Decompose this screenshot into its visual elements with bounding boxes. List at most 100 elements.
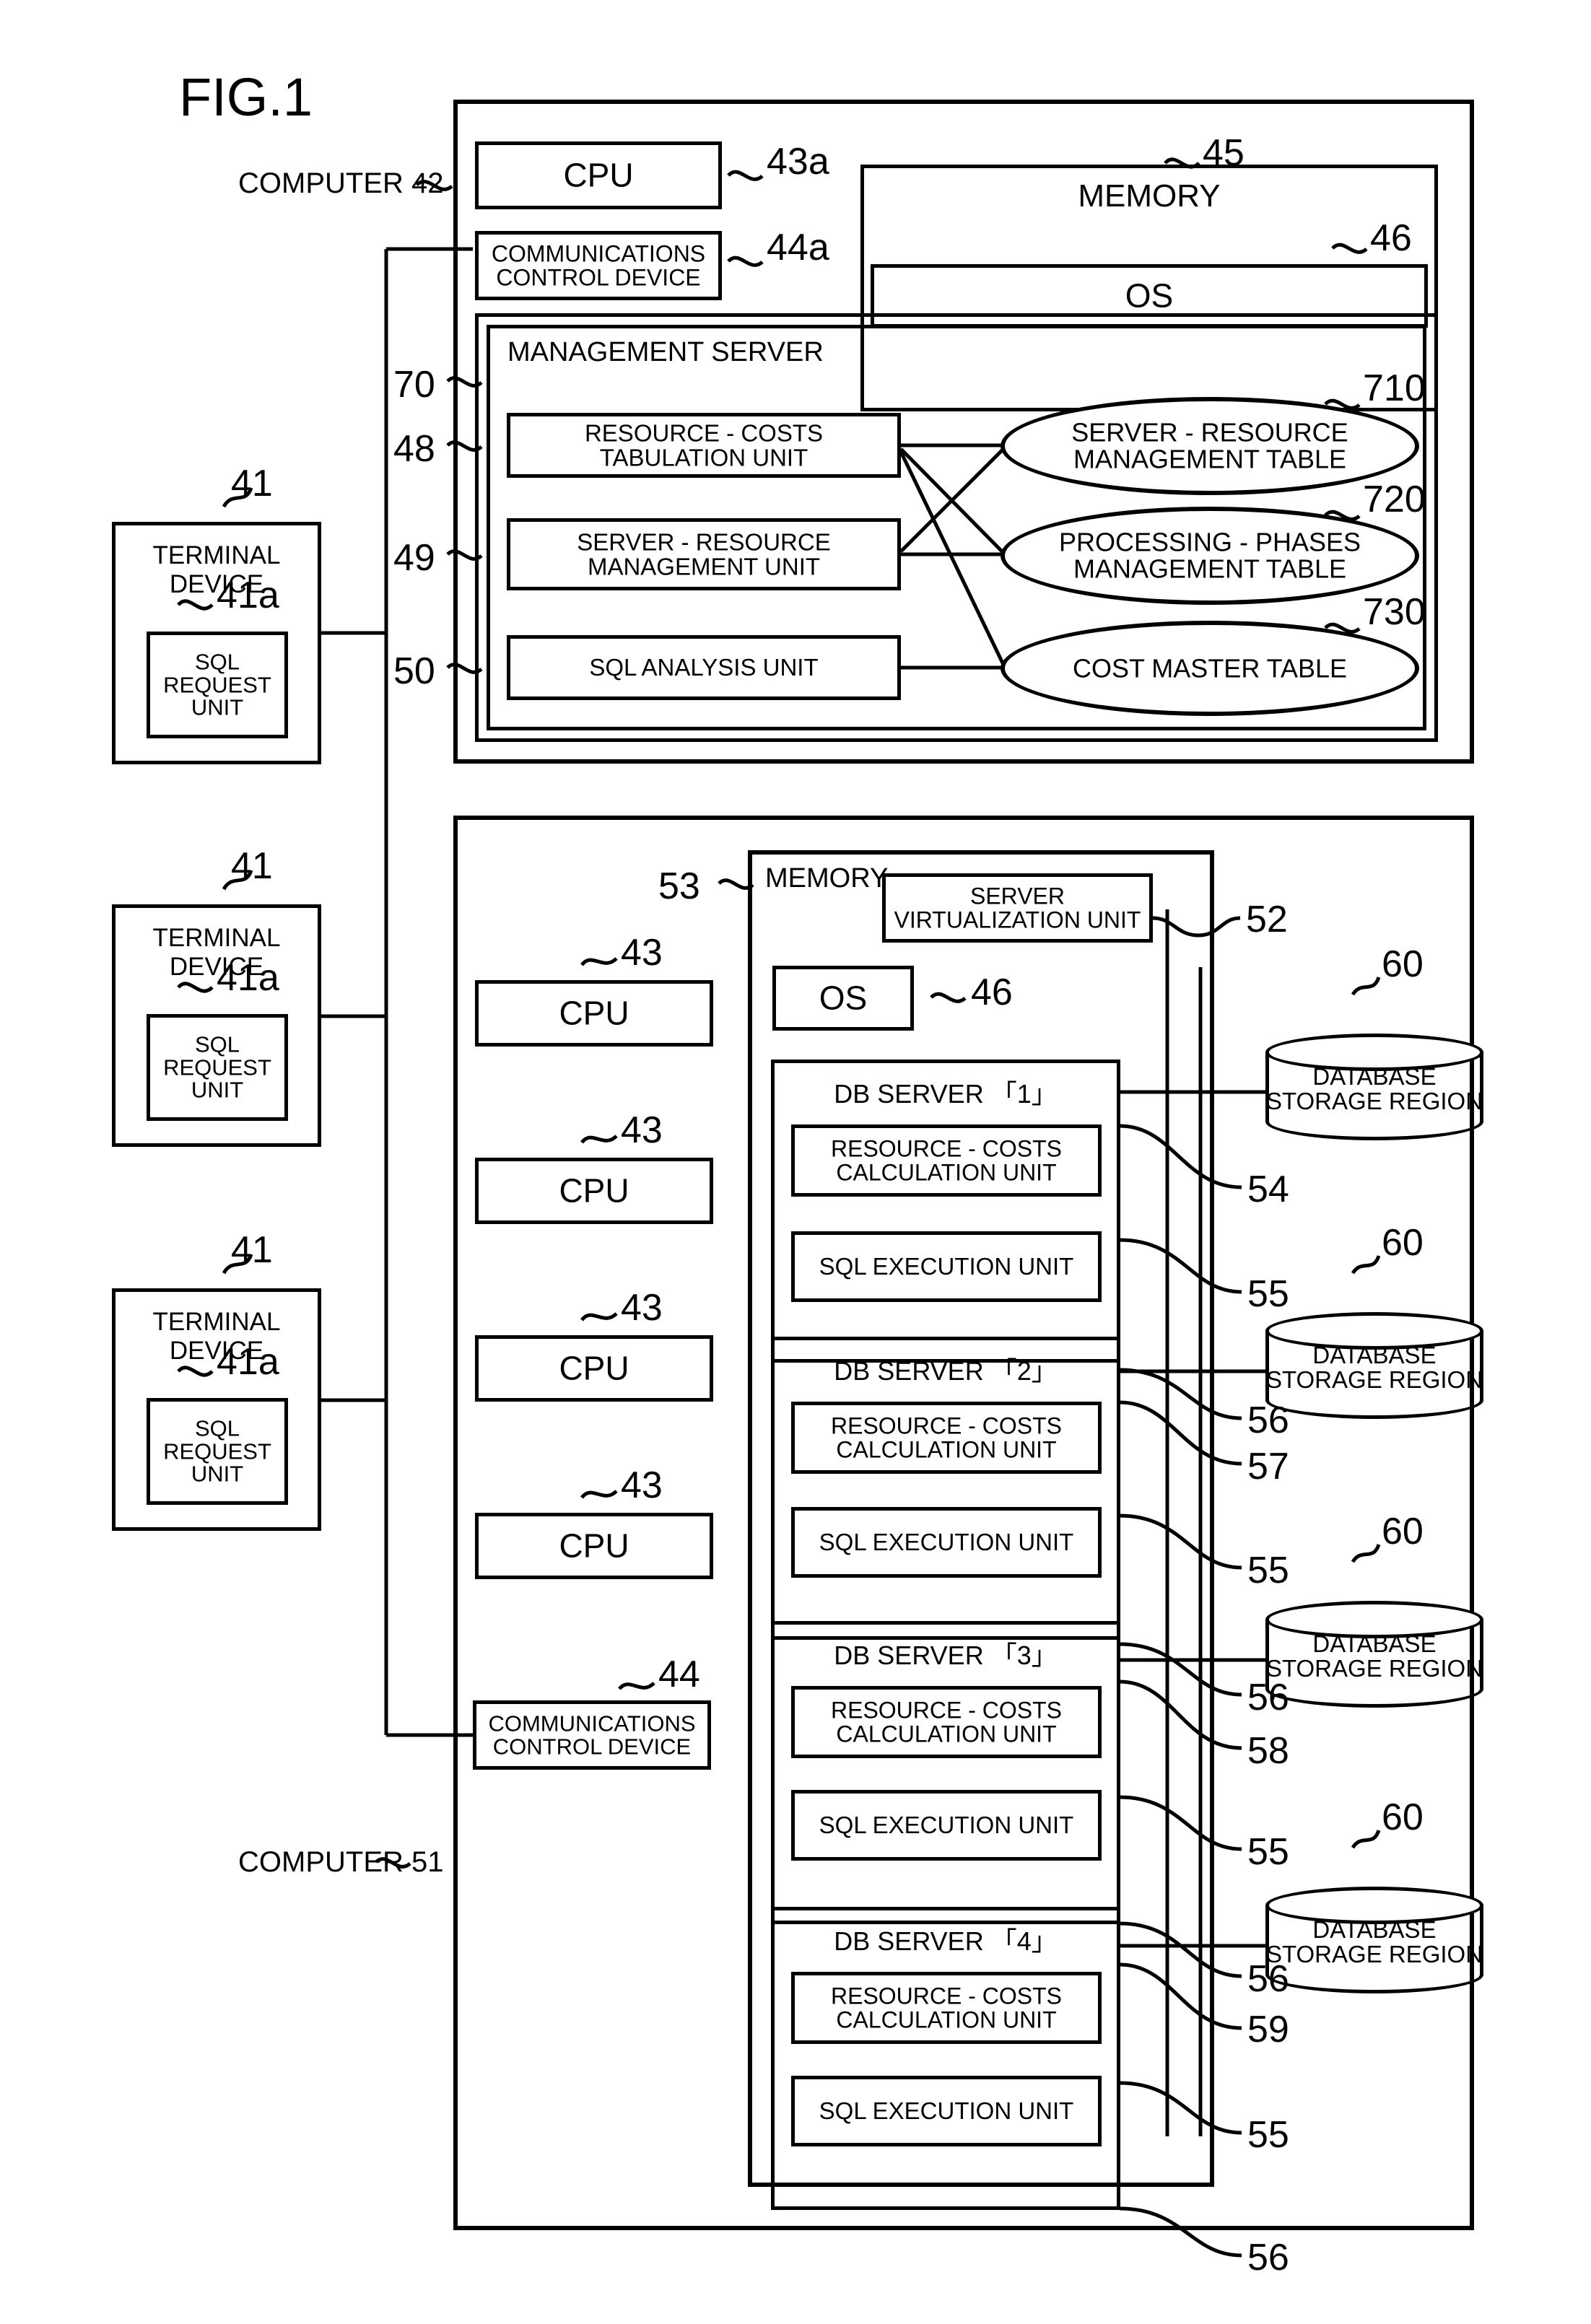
ref-720: 720 <box>1363 479 1426 520</box>
sql-request-unit-2-label: SQL REQUEST UNIT <box>150 1031 284 1103</box>
rcc-1-line2: CALCULATION UNIT <box>836 1159 1057 1185</box>
sql-analysis-unit-label: SQL ANALYSIS UNIT <box>589 654 819 681</box>
cpu-2-box: CPU <box>475 1158 713 1224</box>
cpu-1-box: CPU <box>475 980 713 1047</box>
cpu-3-label: CPU <box>559 1349 629 1387</box>
resource-costs-calculation-unit-2-box: RESOURCE - COSTS CALCULATION UNIT <box>791 1402 1102 1474</box>
rcc-unit-2-label: RESOURCE - COSTS CALCULATION UNIT <box>795 1414 1098 1461</box>
resource-costs-tabulation-unit-box: RESOURCE - COSTS TABULATION UNIT <box>507 413 901 478</box>
ref-56-db4: 56 <box>1247 2237 1289 2279</box>
rcc-unit-4-label: RESOURCE - COSTS CALCULATION UNIT <box>795 1984 1098 2031</box>
comm-44a-line2: CONTROL DEVICE <box>496 264 701 290</box>
cpu-43a-label: CPU <box>563 156 634 194</box>
comm-44-line2: CONTROL DEVICE <box>492 1734 692 1759</box>
comm-44-line1: COMMUNICATIONS <box>488 1711 696 1737</box>
server-resource-management-unit-label: SERVER - RESOURCE MANAGEMENT UNIT <box>510 530 897 578</box>
os-46-label: OS <box>1125 276 1174 315</box>
ref-55-db3: 55 <box>1247 1831 1289 1873</box>
ref-45: 45 <box>1203 132 1245 174</box>
ref-54: 54 <box>1247 1168 1289 1210</box>
processing-phases-management-table-label: PROCESSING - PHASES MANAGEMENT TABLE <box>1005 527 1415 584</box>
ref-41-terminal-3: 41 <box>231 1229 273 1271</box>
ref-43a: 43a <box>767 141 829 183</box>
svu-line1: SERVER <box>969 883 1065 909</box>
processing-phases-management-table-ellipse: PROCESSING - PHASES MANAGEMENT TABLE <box>1001 507 1419 605</box>
ref-44: 44 <box>658 1654 700 1695</box>
sql-req-2-line1: SQL <box>194 1031 240 1057</box>
server-resource-management-table-ellipse: SERVER - RESOURCE MANAGEMENT TABLE <box>1001 397 1419 495</box>
computer-51-caption: COMPUTER 51 <box>238 1846 444 1878</box>
sql-req-3-line1: SQL <box>194 1415 240 1441</box>
ref-57: 57 <box>1247 1446 1289 1488</box>
sql-execution-unit-2-label: SQL EXECUTION UNIT <box>819 1529 1074 1556</box>
rcc-4-line1: RESOURCE - COSTS <box>830 1983 1063 2009</box>
patent-figure-canvas: FIG.1 COMPUTER 42 CPU 43a COMMUNICATIONS… <box>0 0 1591 2324</box>
sql-request-unit-2-box: SQL REQUEST UNIT <box>147 1014 288 1121</box>
ref-43-cpu-4: 43 <box>621 1464 663 1506</box>
ref-60-storage-3: 60 <box>1382 1511 1424 1552</box>
cpu-43a-box: CPU <box>475 141 722 209</box>
db-server-1-title: DB SERVER 「1」 <box>834 1079 1058 1109</box>
database-storage-region-3-label: DATABASE STORAGE REGION <box>1265 1632 1483 1680</box>
cpu-2-label: CPU <box>559 1171 629 1210</box>
ref-60-storage-2: 60 <box>1382 1222 1424 1264</box>
rcc-2-line2: CALCULATION UNIT <box>836 1436 1057 1462</box>
sql-req-1-line2: REQUEST UNIT <box>163 672 271 720</box>
ref-52: 52 <box>1246 899 1288 940</box>
table-720-line2: MANAGEMENT TABLE <box>1073 554 1347 584</box>
cost-master-table-ellipse: COST MASTER TABLE <box>1001 621 1419 716</box>
ref-55-db4: 55 <box>1247 2114 1289 2156</box>
comm-control-device-44a-label: COMMUNICATIONS CONTROL DEVICE <box>479 242 718 289</box>
storage-4-line2: STORAGE REGION <box>1265 1940 1483 1967</box>
rcc-1-line1: RESOURCE - COSTS <box>830 1135 1063 1162</box>
database-storage-region-4-label: DATABASE STORAGE REGION <box>1265 1918 1483 1966</box>
database-storage-region-1-label: DATABASE STORAGE REGION <box>1265 1065 1483 1113</box>
cpu-3-box: CPU <box>475 1335 713 1402</box>
rcc-unit-3-label: RESOURCE - COSTS CALCULATION UNIT <box>795 1698 1098 1745</box>
ref-50: 50 <box>393 650 435 692</box>
sql-execution-unit-2-box: SQL EXECUTION UNIT <box>791 1507 1102 1578</box>
resource-costs-calculation-unit-1-box: RESOURCE - COSTS CALCULATION UNIT <box>791 1124 1102 1197</box>
ref-49: 49 <box>393 537 435 579</box>
ref-43-cpu-2: 43 <box>621 1109 663 1151</box>
db-server-2-box: DB SERVER 「2」 <box>771 1337 1120 1640</box>
os-46-computer51-box: OS <box>772 966 914 1031</box>
ref-58: 58 <box>1247 1730 1289 1772</box>
rcc-2-line1: RESOURCE - COSTS <box>830 1412 1063 1439</box>
database-storage-region-2-label: DATABASE STORAGE REGION <box>1265 1343 1483 1392</box>
sql-execution-unit-4-label: SQL EXECUTION UNIT <box>819 2097 1074 2125</box>
ref-60-storage-4: 60 <box>1382 1796 1424 1838</box>
database-storage-region-1: DATABASE STORAGE REGION <box>1265 1034 1483 1140</box>
ref-46-computer51: 46 <box>971 971 1013 1013</box>
resource-costs-calculation-unit-3-box: RESOURCE - COSTS CALCULATION UNIT <box>791 1686 1102 1758</box>
sql-request-unit-3-label: SQL REQUEST UNIT <box>150 1417 284 1486</box>
memory-53-title: MEMORY <box>765 863 889 894</box>
database-storage-region-3: DATABASE STORAGE REGION <box>1265 1601 1483 1708</box>
memory-45-title: MEMORY <box>1078 178 1221 214</box>
rcc-3-line2: CALCULATION UNIT <box>836 1721 1057 1747</box>
table-720-line1: PROCESSING - PHASES <box>1058 527 1361 557</box>
comm-control-device-44a-box: COMMUNICATIONS CONTROL DEVICE <box>475 231 722 300</box>
sql-req-2-line2: REQUEST UNIT <box>163 1054 271 1103</box>
rcc-4-line2: CALCULATION UNIT <box>836 2006 1057 2032</box>
ref-41a-terminal-3: 41a <box>217 1341 279 1383</box>
sr-mgmt-unit-line1: SERVER - RESOURCE <box>577 528 831 556</box>
ref-44a: 44a <box>767 227 829 268</box>
ref-59: 59 <box>1247 2009 1289 2050</box>
storage-4-line1: DATABASE <box>1312 1916 1437 1944</box>
sql-request-unit-1-label: SQL REQUEST UNIT <box>150 650 284 720</box>
comm-control-device-44-label: COMMUNICATIONS CONTROL DEVICE <box>476 1712 707 1757</box>
storage-2-line1: DATABASE <box>1312 1342 1437 1369</box>
server-resource-management-table-label: SERVER - RESOURCE MANAGEMENT TABLE <box>1005 419 1415 473</box>
rcc-3-line1: RESOURCE - COSTS <box>830 1697 1063 1724</box>
ref-60-storage-1: 60 <box>1382 943 1424 985</box>
sql-request-unit-3-box: SQL REQUEST UNIT <box>147 1398 288 1505</box>
resource-costs-tabulation-unit-label: RESOURCE - COSTS TABULATION UNIT <box>584 419 824 471</box>
db-server-2-title: DB SERVER 「2」 <box>834 1356 1058 1386</box>
resource-costs-calculation-unit-4-box: RESOURCE - COSTS CALCULATION UNIT <box>791 1972 1102 2044</box>
sql-analysis-unit-box: SQL ANALYSIS UNIT <box>507 635 901 700</box>
storage-1-line1: DATABASE <box>1312 1063 1437 1091</box>
cpu-1-label: CPU <box>559 994 629 1032</box>
ref-55-db1: 55 <box>1247 1273 1289 1315</box>
sql-execution-unit-3-box: SQL EXECUTION UNIT <box>791 1790 1102 1861</box>
